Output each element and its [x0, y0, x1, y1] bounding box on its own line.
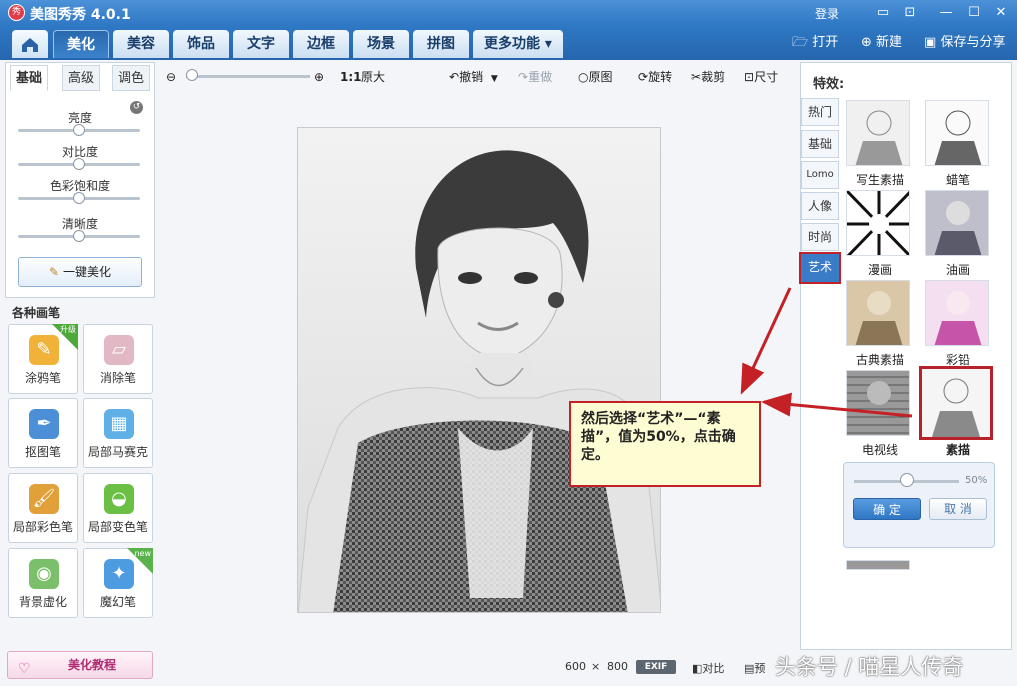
instruction-callout: 然后选择“艺术”—“素描”，值为50%，点击确定。 — [569, 401, 761, 487]
annotation-arrows — [740, 287, 913, 418]
arrow-to-callout-from-category — [740, 287, 792, 395]
arrow-to-callout-from-effect — [761, 392, 913, 418]
